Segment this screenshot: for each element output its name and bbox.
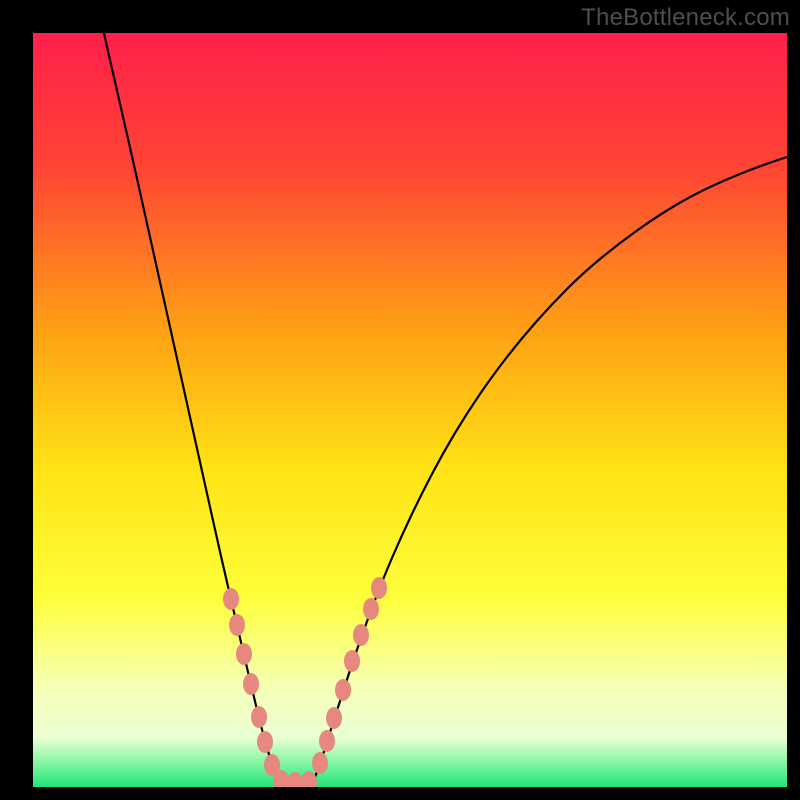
highlight-dot [344,650,360,672]
highlight-dot [251,706,267,728]
highlight-dot [326,707,342,729]
gradient-background [33,33,787,787]
highlight-dot [363,598,379,620]
highlight-dot [312,752,328,774]
highlight-dot [335,679,351,701]
highlight-dot [223,588,239,610]
chart-frame: TheBottleneck.com [0,0,800,800]
plot-area [33,33,787,787]
highlight-dot [236,643,252,665]
highlight-dot [319,730,335,752]
watermark-label: TheBottleneck.com [581,4,790,32]
highlight-dot [371,577,387,599]
highlight-dot [257,731,273,753]
highlight-dot [243,673,259,695]
chart-svg [33,33,787,787]
highlight-dot [353,624,369,646]
highlight-dot [229,614,245,636]
